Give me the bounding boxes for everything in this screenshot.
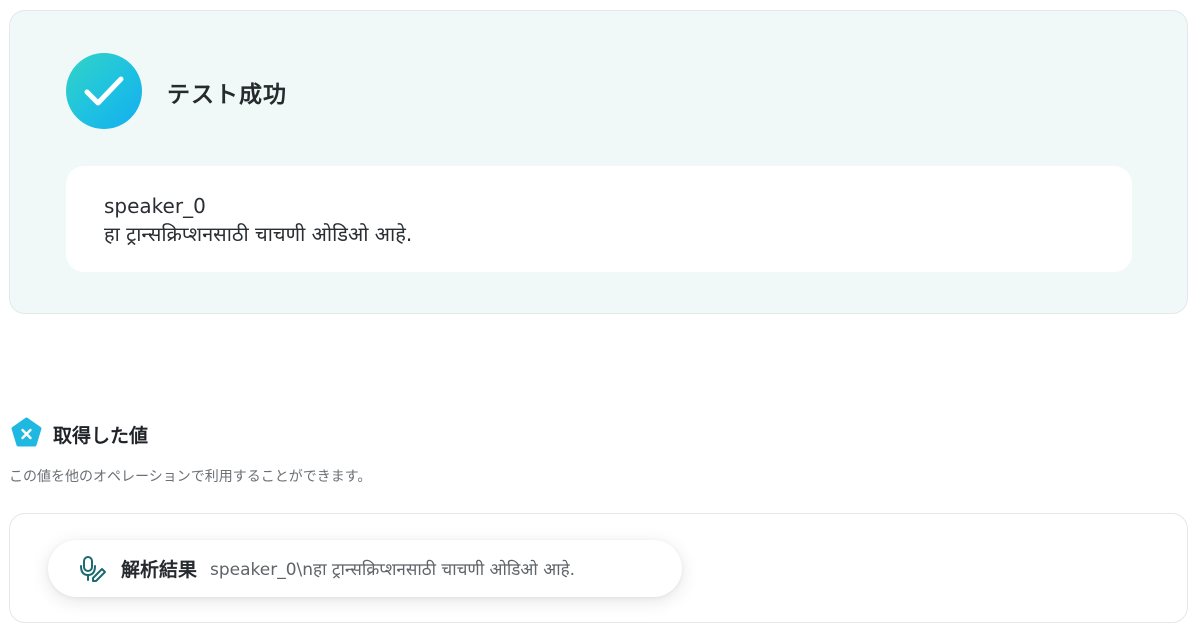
result-line-speaker: speaker_0 bbox=[104, 194, 206, 218]
test-success-panel: テスト成功 speaker_0 हा ट्रान्सक्रिप्शनसाठी च… bbox=[9, 10, 1188, 314]
result-line-transcript: हा ट्रान्सक्रिप्शनसाठी चाचणी ओडिओ आहे. bbox=[104, 222, 413, 246]
acquired-values-panel: 解析結果 speaker_0\nहा ट्रान्सक्रिप्शनसाठी च… bbox=[9, 513, 1188, 623]
acquired-values-title: 取得した値 bbox=[53, 425, 149, 447]
acquired-values-icon bbox=[11, 417, 42, 447]
microphone-pen-icon bbox=[80, 555, 106, 582]
acquired-values-description: この値を他のオペレーションで利用することができます。 bbox=[9, 469, 372, 485]
success-check-icon bbox=[66, 53, 142, 129]
value-chip-value: speaker_0\nहा ट्रान्सक्रिप्शनसाठी चाचणी … bbox=[210, 560, 576, 580]
success-title: テスト成功 bbox=[167, 82, 287, 108]
value-chip-analysis-result[interactable]: 解析結果 speaker_0\nहा ट्रान्सक्रिप्शनसाठी च… bbox=[48, 540, 682, 597]
test-result-card: speaker_0 हा ट्रान्सक्रिप्शनसाठी चाचणी ओ… bbox=[66, 166, 1132, 272]
value-chip-label: 解析結果 bbox=[121, 559, 198, 581]
